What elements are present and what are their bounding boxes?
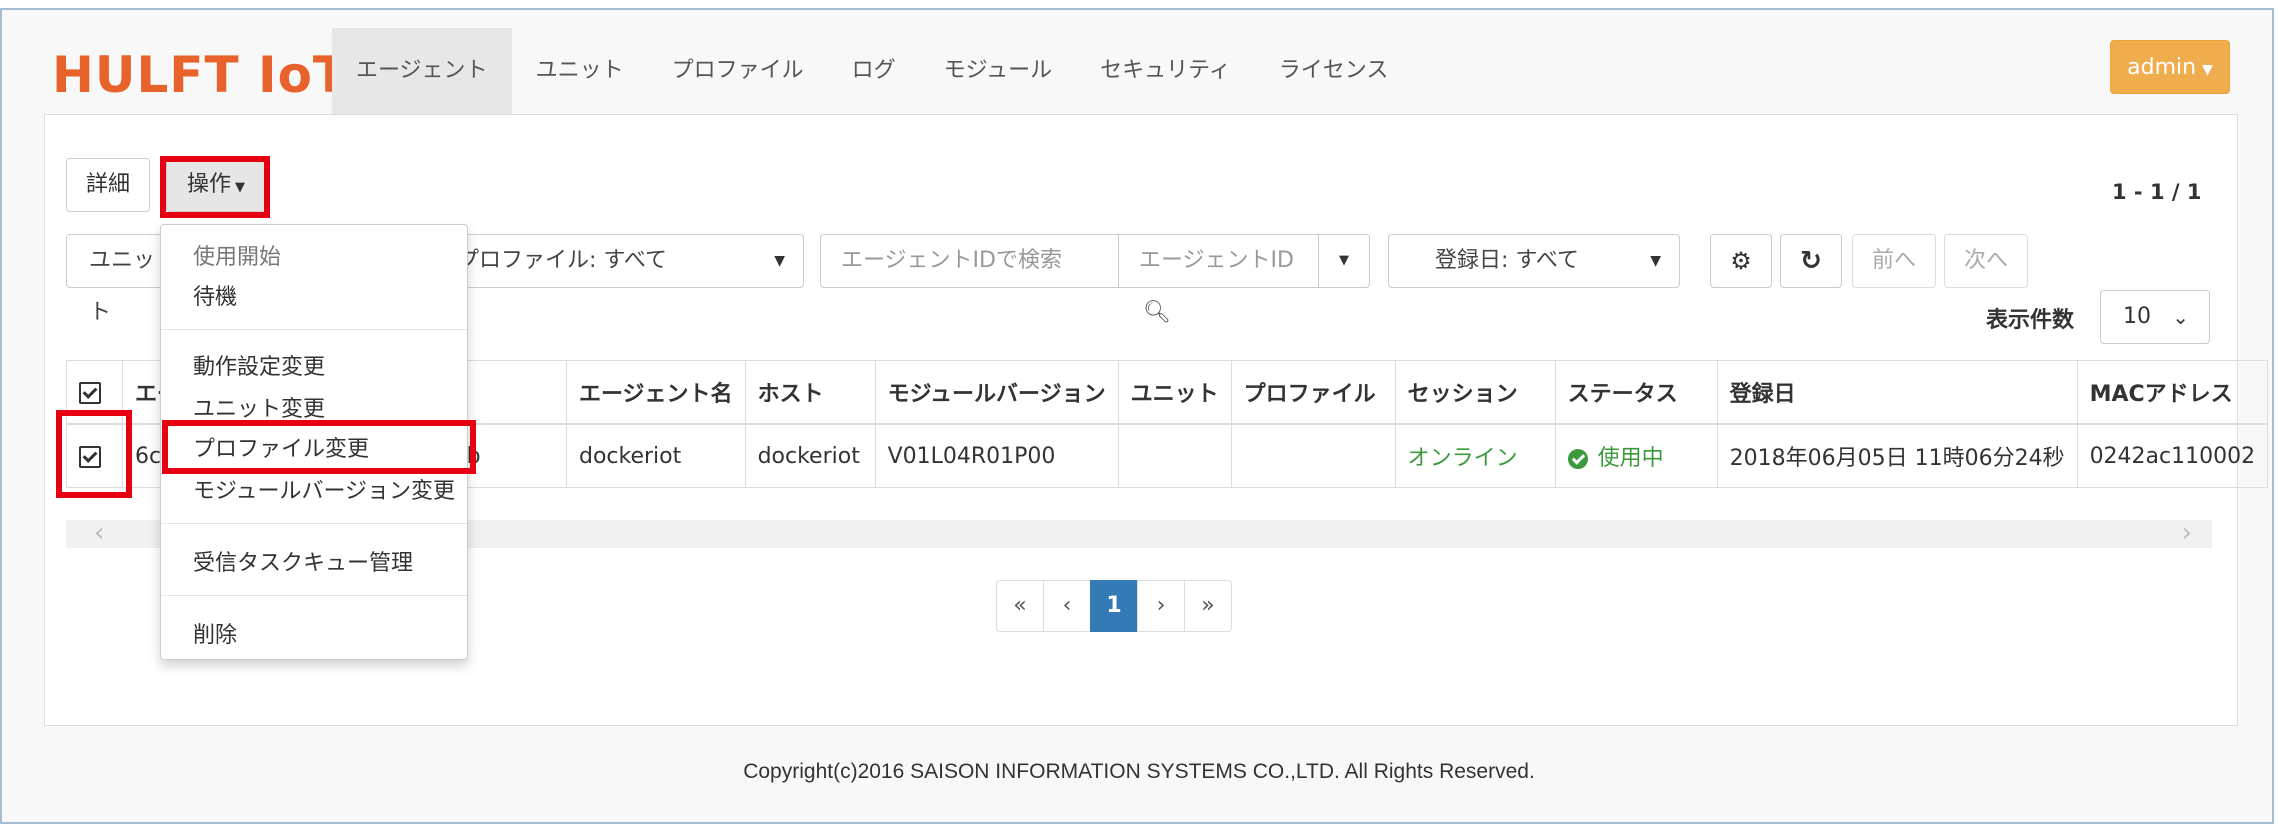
agent-id-search-input[interactable]: エージェントIDで検索 bbox=[820, 234, 1120, 288]
refresh-icon: ↻ bbox=[1800, 246, 1822, 276]
main-nav: エージェント ユニット プロファイル ログ モジュール セキュリティ ライセンス bbox=[332, 28, 1412, 114]
select-all-checkbox[interactable] bbox=[79, 381, 101, 404]
scroll-left-icon[interactable]: ‹ bbox=[94, 520, 104, 546]
col-host[interactable]: ホスト bbox=[744, 360, 876, 425]
prev-page-button[interactable]: 前へ bbox=[1852, 234, 1936, 288]
module-version-cell: V01L04R01P00 bbox=[874, 423, 1119, 488]
col-unit[interactable]: ユニット bbox=[1117, 360, 1232, 425]
col-status[interactable]: ステータス bbox=[1554, 360, 1718, 425]
caret-down-icon: ▼ bbox=[1650, 253, 1661, 269]
menu-item-operation-settings[interactable]: 動作設定変更 bbox=[193, 349, 325, 381]
registered-cell: 2018年06月05日 11時06分24秒 bbox=[1716, 423, 2078, 488]
profile-filter-label: プロファイル: すべて bbox=[457, 248, 667, 273]
menu-item-delete[interactable]: 削除 bbox=[193, 617, 237, 649]
menu-divider bbox=[161, 523, 467, 524]
nav-profile[interactable]: プロファイル bbox=[648, 28, 828, 114]
chevron-down-icon: ⌄ bbox=[2172, 305, 2189, 329]
menu-item-start: 使用開始 bbox=[193, 245, 282, 270]
app-window: HULFT IoT エージェント ユニット プロファイル ログ モジュール セキ… bbox=[0, 8, 2274, 824]
page-first-button[interactable]: « bbox=[996, 580, 1044, 632]
page-size-select[interactable]: 10 ⌄ bbox=[2100, 290, 2210, 344]
settings-button[interactable]: ⚙ bbox=[1710, 234, 1772, 288]
nav-agent[interactable]: エージェント bbox=[332, 28, 512, 114]
refresh-button[interactable]: ↻ bbox=[1780, 234, 1842, 288]
page-next-button[interactable]: › bbox=[1137, 580, 1185, 632]
col-profile[interactable]: プロファイル bbox=[1230, 360, 1396, 425]
admin-label: admin bbox=[2127, 55, 2197, 80]
page-size-label: 表示件数 bbox=[1986, 308, 2075, 333]
agent-name-cell: dockeriot bbox=[566, 423, 746, 488]
profile-filter-select[interactable]: プロファイル: すべて ▼ bbox=[442, 234, 804, 288]
menu-item-change-profile[interactable]: プロファイル変更 bbox=[193, 431, 369, 463]
agent-id-start: 6c bbox=[135, 443, 162, 469]
status-text: 使用中 bbox=[1597, 446, 1664, 471]
caret-down-icon: ▼ bbox=[2202, 62, 2213, 78]
operation-label: 操作 bbox=[186, 172, 231, 197]
col-agent-name[interactable]: エージェント名 bbox=[566, 360, 746, 425]
mac-cell: 0242ac110002 bbox=[2076, 423, 2269, 488]
menu-item-task-queue[interactable]: 受信タスクキュー管理 bbox=[193, 545, 413, 577]
menu-divider bbox=[161, 329, 467, 330]
search-field-selector[interactable]: エージェントID 🔍︎ bbox=[1118, 234, 1320, 325]
unit-cell bbox=[1117, 423, 1232, 488]
next-page-button[interactable]: 次へ bbox=[1944, 234, 2028, 288]
search-icon: 🔍︎ bbox=[1143, 300, 1171, 325]
nav-license[interactable]: ライセンス bbox=[1255, 28, 1413, 114]
date-filter-label: 登録日: すべて bbox=[1435, 248, 1579, 273]
check-circle-icon bbox=[1567, 449, 1588, 469]
nav-log[interactable]: ログ bbox=[828, 28, 920, 114]
pagination: « ‹ 1 › » bbox=[996, 580, 1232, 632]
page-prev-button[interactable]: ‹ bbox=[1043, 580, 1091, 632]
nav-module[interactable]: モジュール bbox=[920, 28, 1076, 114]
page-size-value: 10 bbox=[2123, 304, 2151, 329]
menu-divider bbox=[161, 595, 467, 596]
scroll-right-icon[interactable]: › bbox=[2182, 520, 2192, 546]
menu-item-change-unit[interactable]: ユニット変更 bbox=[193, 391, 325, 423]
admin-menu-button[interactable]: admin ▼ bbox=[2110, 40, 2230, 94]
caret-down-icon: ▼ bbox=[1339, 253, 1349, 268]
col-session[interactable]: セッション bbox=[1394, 360, 1556, 425]
detail-button[interactable]: 詳細 bbox=[66, 158, 150, 212]
col-mac[interactable]: MACアドレス bbox=[2076, 360, 2269, 425]
search-field-label: エージェントID bbox=[1139, 248, 1294, 273]
menu-item-standby[interactable]: 待機 bbox=[193, 279, 237, 311]
registration-date-filter[interactable]: 登録日: すべて ▼ bbox=[1388, 234, 1680, 288]
menu-item-change-module-version[interactable]: モジュールバージョン変更 bbox=[193, 473, 455, 505]
select-all-cell bbox=[66, 360, 123, 425]
page-current-button[interactable]: 1 bbox=[1090, 580, 1138, 632]
copyright-footer: Copyright(c)2016 SAISON INFORMATION SYST… bbox=[743, 760, 1535, 783]
caret-down-icon: ▼ bbox=[774, 253, 785, 269]
col-registered[interactable]: 登録日 bbox=[1716, 360, 2078, 425]
row-checkbox[interactable] bbox=[79, 445, 101, 468]
row-select-cell bbox=[66, 423, 123, 488]
col-module-version[interactable]: モジュールバージョン bbox=[874, 360, 1119, 425]
unit-filter-select[interactable]: ユニット bbox=[66, 234, 166, 325]
result-count: 1 - 1 / 1 bbox=[2112, 180, 2202, 204]
nav-unit[interactable]: ユニット bbox=[512, 28, 648, 114]
status-cell: 使用中 bbox=[1554, 423, 1718, 488]
page-last-button[interactable]: » bbox=[1184, 580, 1232, 632]
nav-security[interactable]: セキュリティ bbox=[1076, 28, 1255, 114]
host-cell: dockeriot bbox=[744, 423, 876, 488]
gear-icon: ⚙ bbox=[1730, 247, 1752, 275]
search-dropdown-toggle[interactable]: ▼ bbox=[1318, 234, 1370, 288]
search-placeholder: エージェントIDで検索 bbox=[841, 248, 1062, 273]
profile-cell bbox=[1230, 423, 1396, 488]
operation-dropdown-menu: 使用開始 待機 動作設定変更 ユニット変更 プロファイル変更 モジュールバージョ… bbox=[160, 224, 468, 660]
session-cell: オンライン bbox=[1394, 423, 1556, 488]
hulft-iot-logo[interactable]: HULFT IoT bbox=[52, 40, 348, 110]
caret-down-icon: ▼ bbox=[235, 180, 245, 195]
operation-button[interactable]: 操作 ▼ bbox=[166, 158, 266, 212]
